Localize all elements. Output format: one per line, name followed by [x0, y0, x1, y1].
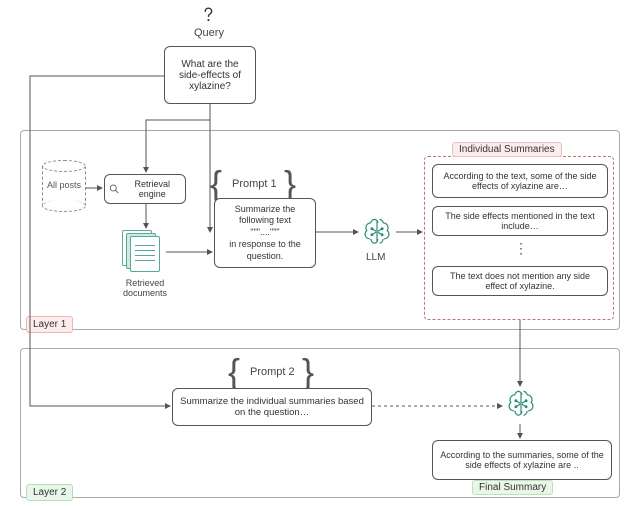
- retrieved-docs-label: Retrieved documents: [110, 278, 180, 298]
- layer-2-label: Layer 2: [26, 484, 73, 501]
- search-icon: [109, 183, 120, 195]
- brace-right-icon-2: }: [302, 354, 314, 390]
- prompt1-box: Summarize the following text """....""" …: [214, 198, 316, 268]
- layer-1-label: Layer 1: [26, 316, 73, 333]
- question-icon: [194, 4, 222, 29]
- prompt2-box: Summarize the individual summaries based…: [172, 388, 372, 426]
- prompt1-line3: in response to the question.: [221, 239, 309, 262]
- summary-2: The side effects mentioned in the text i…: [432, 206, 608, 236]
- llm-icon-2: [504, 388, 538, 422]
- vdots-icon: ⋮: [514, 240, 528, 257]
- llm-label: LLM: [366, 252, 385, 263]
- summary-2-text: The side effects mentioned in the text i…: [439, 211, 601, 231]
- llm-icon: [360, 216, 394, 250]
- prompt1-line1: Summarize the following text: [221, 204, 309, 227]
- final-summary-title: Final Summary: [472, 480, 553, 495]
- summary-1: According to the text, some of the side …: [432, 164, 608, 198]
- brace-left-icon: {: [210, 166, 222, 202]
- final-summary-text: According to the summaries, some of the …: [439, 450, 605, 470]
- prompt1-line2: """....""": [250, 227, 279, 239]
- prompt2-text: Summarize the individual summaries based…: [179, 396, 365, 418]
- query-box: What are the side-effects of xylazine?: [164, 46, 256, 104]
- prompt2-label: Prompt 2: [250, 366, 295, 378]
- retrieval-label: Retrieval engine: [124, 179, 181, 199]
- brace-left-icon-2: {: [228, 354, 240, 390]
- summary-3-text: The text does not mention any side effec…: [439, 271, 601, 291]
- retrieval-engine: Retrieval engine: [104, 174, 186, 204]
- summary-3: The text does not mention any side effec…: [432, 266, 608, 296]
- final-summary-box: According to the summaries, some of the …: [432, 440, 612, 480]
- summary-1-text: According to the text, some of the side …: [439, 171, 601, 191]
- brace-right-icon: }: [284, 166, 296, 202]
- query-label: Query: [194, 27, 222, 39]
- prompt1-label: Prompt 1: [232, 178, 277, 190]
- documents-icon: [122, 230, 162, 274]
- allposts-db: All posts: [42, 160, 86, 212]
- query-text: What are the side-effects of xylazine?: [171, 59, 249, 92]
- allposts-label: All posts: [42, 181, 86, 191]
- individual-summaries-title: Individual Summaries: [452, 142, 562, 157]
